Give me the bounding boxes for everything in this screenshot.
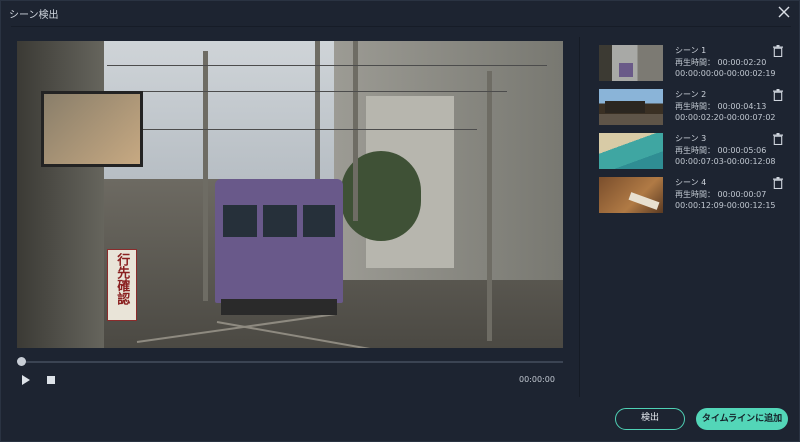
panel-divider (579, 37, 580, 397)
scene-thumbnail (599, 133, 663, 169)
preview-sign-text: 行先確認 (114, 253, 130, 305)
video-preview[interactable]: 行先確認 (17, 41, 563, 348)
preview-sign: 行先確認 (107, 249, 137, 321)
tram-window (303, 205, 335, 237)
scene-range: 00:00:00:00-00:00:02:19 (675, 69, 776, 78)
seek-bar[interactable] (21, 361, 563, 363)
scene-name: シーン 2 (675, 90, 707, 99)
play-icon[interactable] (21, 375, 31, 385)
close-icon[interactable] (777, 5, 791, 19)
seek-handle[interactable] (17, 357, 26, 366)
preview-mirror (41, 91, 143, 167)
dialog-title: シーン検出 (9, 10, 59, 21)
title-divider (11, 26, 791, 27)
scene-item[interactable]: シーン 1 再生時間： 00:00:02:20 00:00:00:00-00:0… (599, 45, 791, 85)
preview-wire (107, 65, 547, 66)
scene-name: シーン 1 (675, 46, 707, 55)
preview-tram (215, 179, 343, 303)
preview-wire (107, 91, 507, 92)
scene-item[interactable]: シーン 3 再生時間： 00:00:05:06 00:00:07:03-00:0… (599, 133, 791, 173)
scene-thumbnail (599, 177, 663, 213)
trash-icon[interactable] (773, 89, 783, 101)
preview-building-left (17, 41, 105, 348)
detect-button[interactable]: 検出 (615, 408, 685, 430)
scene-duration: 再生時間： 00:00:04:13 (675, 102, 767, 111)
scene-duration: 再生時間： 00:00:02:20 (675, 58, 767, 67)
scene-duration: 再生時間： 00:00:00:07 (675, 190, 767, 199)
preview-pole (353, 41, 358, 221)
preview-tram-bogie (221, 299, 337, 315)
scene-range: 00:00:07:03-00:00:12:08 (675, 157, 776, 166)
preview-wire (117, 129, 477, 130)
stop-icon[interactable] (47, 376, 55, 384)
scene-item[interactable]: シーン 2 再生時間： 00:00:04:13 00:00:02:20-00:0… (599, 89, 791, 129)
preview-pole (487, 71, 492, 341)
tram-window (263, 205, 297, 237)
scene-item[interactable]: シーン 4 再生時間： 00:00:00:07 00:00:12:09-00:0… (599, 177, 791, 217)
add-to-timeline-button[interactable]: タイムラインに追加 (696, 408, 788, 430)
scene-detection-dialog: シーン検出 行先確認 00:00:00 シーン 1 再生時間： 00:00:02… (0, 0, 800, 442)
trash-icon[interactable] (773, 45, 783, 57)
current-time: 00:00:00 (519, 375, 555, 384)
scene-name: シーン 3 (675, 134, 707, 143)
scene-thumbnail (599, 89, 663, 125)
scene-range: 00:00:02:20-00:00:07:02 (675, 113, 776, 122)
trash-icon[interactable] (773, 177, 783, 189)
preview-pole (203, 51, 208, 301)
title-bar: シーン検出 (1, 1, 799, 25)
scene-name: シーン 4 (675, 178, 707, 187)
trash-icon[interactable] (773, 133, 783, 145)
scene-range: 00:00:12:09-00:00:12:15 (675, 201, 776, 210)
scene-duration: 再生時間： 00:00:05:06 (675, 146, 767, 155)
scene-thumbnail (599, 45, 663, 81)
tram-window (223, 205, 257, 237)
